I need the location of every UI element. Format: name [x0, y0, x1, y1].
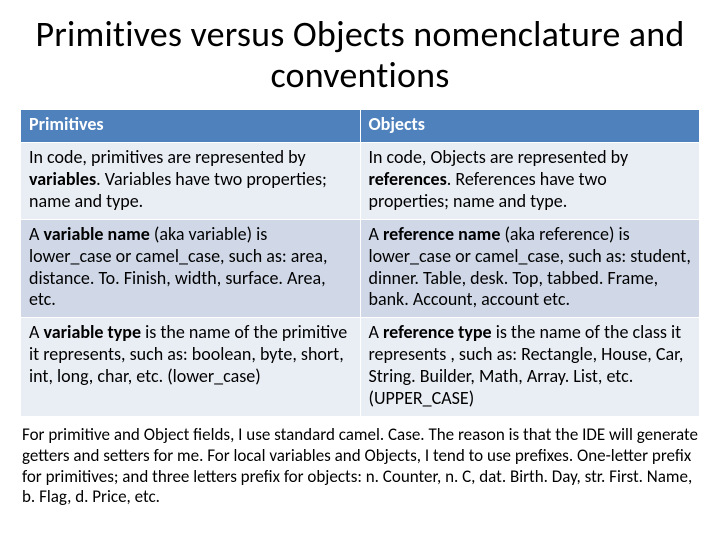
footer-note: For primitive and Object fields, I use s… [20, 425, 700, 508]
cell-objects-1: In code, Objects are represented by refe… [360, 142, 700, 219]
slide-title: Primitives versus Objects nomenclature a… [20, 14, 700, 97]
comparison-table: Primitives Objects In code, primitives a… [20, 109, 700, 417]
cell-objects-3: A reference type is the name of the clas… [360, 318, 700, 417]
cell-primitives-3: A variable type is the name of the primi… [21, 318, 361, 417]
cell-primitives-1: In code, primitives are represented by v… [21, 142, 361, 219]
cell-objects-2: A reference name (aka reference) is lowe… [360, 219, 700, 318]
header-primitives: Primitives [21, 109, 361, 142]
table-row: A variable name (aka variable) is lower_… [21, 219, 700, 318]
table-row: A variable type is the name of the primi… [21, 318, 700, 417]
table-row: In code, primitives are represented by v… [21, 142, 700, 219]
cell-primitives-2: A variable name (aka variable) is lower_… [21, 219, 361, 318]
header-objects: Objects [360, 109, 700, 142]
